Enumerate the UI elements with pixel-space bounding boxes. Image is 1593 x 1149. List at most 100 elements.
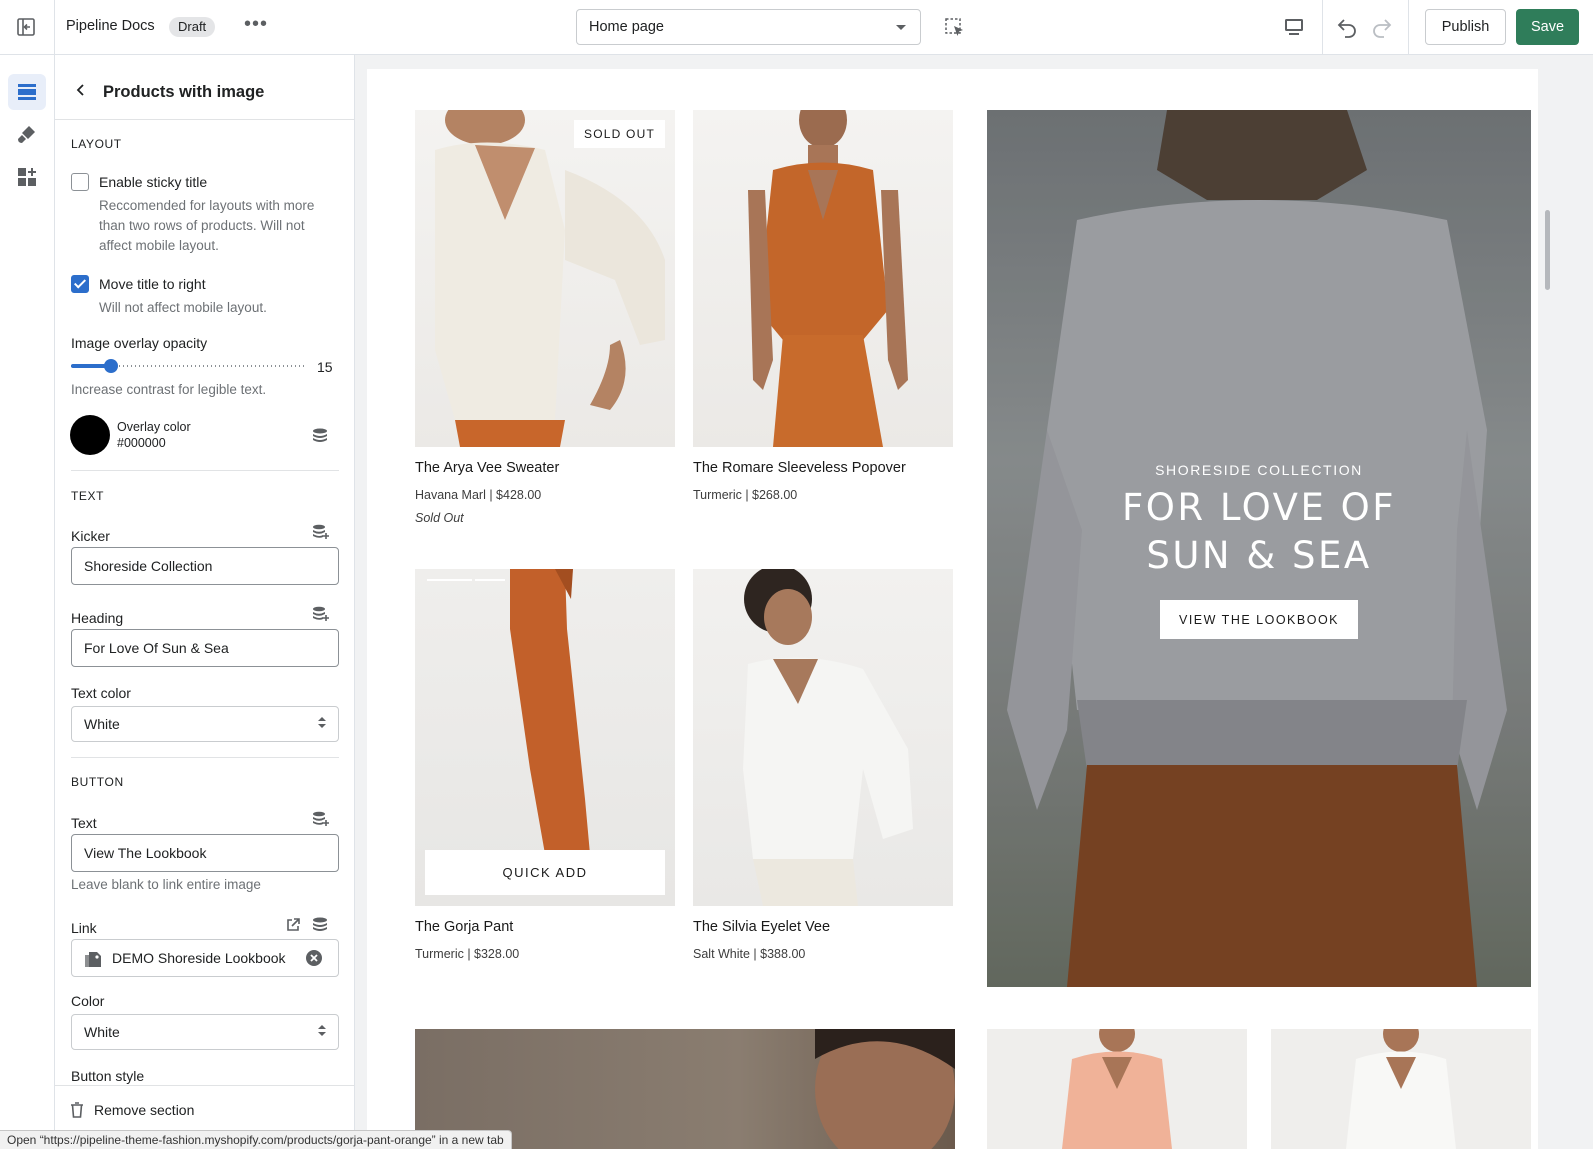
more-actions-button[interactable]: ••• [244, 13, 268, 36]
section-settings-panel: Products with image LAYOUT Enable sticky… [55, 55, 355, 1149]
inspector-select-icon[interactable] [944, 17, 966, 39]
page-select-value: Home page [589, 19, 664, 35]
sticky-title-checkbox[interactable] [71, 173, 89, 191]
text-color-select[interactable]: White [71, 706, 339, 742]
product-name[interactable]: The Gorja Pant [415, 919, 677, 935]
section-label-text: TEXT [71, 489, 105, 503]
popover-photo [748, 110, 908, 447]
button-text-input[interactable]: View The Lookbook [71, 834, 339, 872]
draft-badge: Draft [169, 17, 216, 37]
quick-add-button[interactable]: QUICK ADD [425, 850, 665, 895]
button-color-value: White [84, 1024, 120, 1040]
kicker-label: Kicker [71, 528, 110, 544]
opacity-help: Increase contrast for legible text. [71, 382, 267, 397]
clear-link-icon[interactable] [305, 949, 323, 967]
panel-header: Products with image [55, 55, 354, 120]
button-color-select[interactable]: White [71, 1014, 339, 1050]
product-meta: Havana Marl | $428.00 [415, 488, 542, 502]
select-arrows-icon [318, 1025, 326, 1039]
collection-tag-icon [85, 952, 101, 967]
product-name[interactable]: The Romare Sleeveless Popover [693, 460, 955, 476]
divider [55, 1085, 354, 1086]
remove-section-button[interactable]: Remove section [70, 1100, 270, 1120]
product-card[interactable]: QUICK ADD The Gorja Pant Turmeric | $328… [415, 569, 677, 999]
product-meta: Turmeric | $268.00 [693, 488, 798, 502]
feature-image[interactable]: SHORESIDE COLLECTION FOR LOVE OF SUN & S… [987, 110, 1531, 987]
redo-icon[interactable] [1370, 15, 1394, 39]
white-top-photo [1346, 1016, 1456, 1149]
rail-theme-settings-button[interactable] [8, 116, 46, 152]
browser-status-bar: Open “https://pipeline-theme-fashion.mys… [0, 1130, 512, 1149]
button-text-help: Leave blank to link entire image [71, 877, 261, 892]
text-color-label: Text color [71, 685, 131, 701]
publish-button[interactable]: Publish [1425, 9, 1506, 45]
overlay-color-label: Overlay color [117, 420, 191, 434]
save-button[interactable]: Save [1516, 9, 1579, 45]
heading-label: Heading [71, 610, 124, 626]
product-image[interactable] [1271, 1016, 1531, 1149]
preview-scrollbar[interactable] [1545, 210, 1550, 290]
remove-section-label: Remove section [94, 1102, 195, 1118]
dynamic-source-add-icon[interactable] [312, 811, 330, 827]
opacity-value: 15 [317, 359, 333, 375]
undo-icon[interactable] [1335, 15, 1359, 39]
divider [71, 470, 339, 471]
opacity-slider[interactable] [71, 359, 307, 373]
product-image[interactable] [987, 1016, 1247, 1149]
sticky-title-label: Enable sticky title [99, 174, 208, 190]
preview-canvas: SOLD OUT The Arya Vee Sweater Havana Mar… [355, 55, 1593, 1149]
paintbrush-icon [18, 126, 35, 143]
divider [71, 757, 339, 758]
caret-down-icon [896, 25, 906, 30]
title-right-checkbox[interactable] [71, 275, 89, 293]
view-lookbook-button[interactable]: VIEW THE LOOKBOOK [1160, 600, 1358, 639]
product-card[interactable]: The Romare Sleeveless Popover Turmeric |… [693, 110, 955, 540]
feature-heading: FOR LOVE OF SUN & SEA [987, 484, 1531, 580]
product-card[interactable]: The Silvia Eyelet Vee Salt White | $388.… [693, 569, 955, 999]
product-card[interactable]: SOLD OUT The Arya Vee Sweater Havana Mar… [415, 110, 677, 540]
product-status: Sold Out [415, 511, 464, 525]
link-input[interactable]: DEMO Shoreside Lookbook [71, 939, 339, 977]
left-rail [0, 55, 55, 1149]
section-label-layout: LAYOUT [71, 137, 122, 151]
top-bar: Pipeline Docs Draft ••• Home page Publis… [0, 0, 1593, 55]
button-text-label: Text [71, 815, 97, 831]
overlay-color-swatch[interactable] [70, 415, 110, 455]
slider-thumb[interactable] [104, 359, 119, 373]
feature-heading-line: SUN & SEA [1146, 534, 1372, 577]
sticky-title-help: Reccomended for layouts with more than t… [99, 198, 315, 253]
product-image[interactable] [693, 110, 953, 447]
desktop-view-icon[interactable] [1283, 16, 1305, 38]
dynamic-source-icon[interactable] [312, 428, 328, 444]
back-chevron-icon[interactable] [75, 83, 87, 97]
title-right-help: Will not affect mobile layout. [99, 300, 267, 315]
dynamic-source-add-icon[interactable] [312, 524, 330, 540]
store-name: Pipeline Docs [66, 18, 155, 34]
overlay-color-value: #000000 [117, 436, 166, 450]
dynamic-source-icon[interactable] [312, 917, 328, 933]
page-select[interactable]: Home page [576, 9, 921, 45]
sections-icon [18, 84, 36, 100]
exit-editor-icon[interactable] [14, 15, 38, 39]
rail-sections-button[interactable] [8, 74, 46, 110]
product-image[interactable]: SOLD OUT [415, 110, 675, 447]
product-name[interactable]: The Arya Vee Sweater [415, 460, 677, 476]
divider [1322, 0, 1323, 54]
app-blocks-icon [18, 168, 36, 186]
trash-icon [71, 1102, 83, 1118]
sweater-photo [435, 110, 665, 447]
product-meta: Turmeric | $328.00 [415, 947, 520, 961]
heading-input[interactable]: For Love Of Sun & Sea [71, 629, 339, 667]
dynamic-source-add-icon[interactable] [312, 606, 330, 622]
product-name[interactable]: The Silvia Eyelet Vee [693, 919, 955, 935]
link-value: DEMO Shoreside Lookbook [112, 950, 286, 966]
rail-app-blocks-button[interactable] [8, 159, 46, 195]
title-right-label: Move title to right [99, 276, 206, 292]
panel-title: Products with image [103, 83, 265, 101]
feature-kicker: SHORESIDE COLLECTION [1155, 462, 1363, 478]
kicker-input[interactable]: Shoreside Collection [71, 547, 339, 585]
external-link-icon[interactable] [285, 917, 301, 933]
product-image[interactable]: QUICK ADD [415, 569, 675, 906]
product-image[interactable] [693, 569, 953, 906]
select-arrows-icon [318, 717, 326, 731]
